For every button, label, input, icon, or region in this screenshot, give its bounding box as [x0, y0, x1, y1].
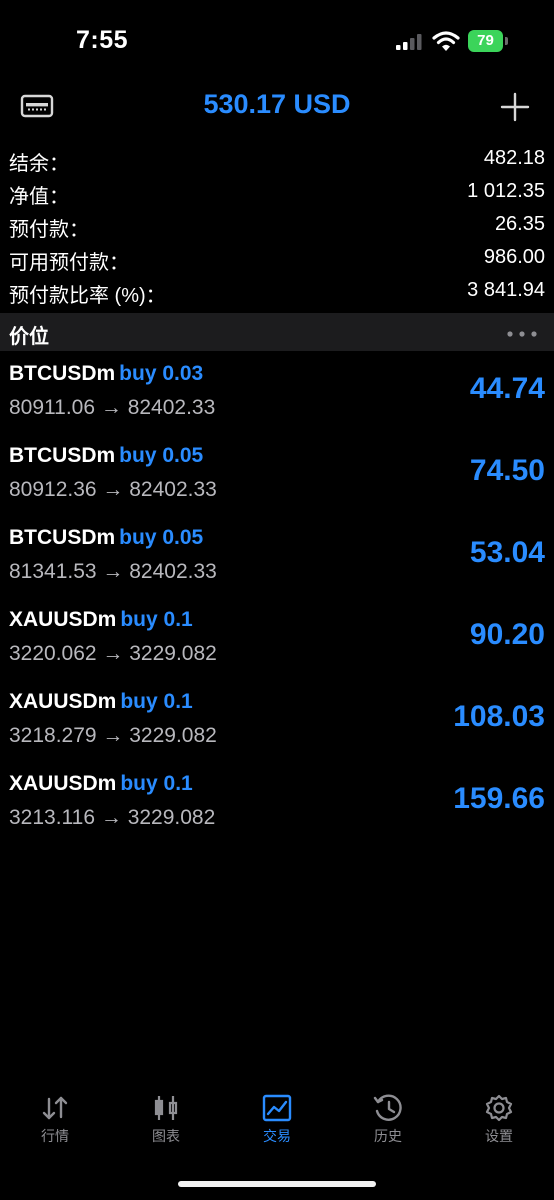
summary-row-balance: 结余： 482.18: [0, 143, 554, 176]
account-summary: 结余： 482.18 净值： 1 012.35 预付款： 26.35 可用预付款…: [0, 143, 554, 308]
tab-label: 设置: [485, 1128, 513, 1144]
position-symbol: XAUUSDm: [9, 772, 117, 795]
position-prices: 81341.53 → 82402.33: [9, 560, 217, 583]
cellular-signal-icon: [396, 34, 422, 50]
account-balance-title: 530.17 USD: [203, 89, 351, 119]
position-symbol: BTCUSDm: [9, 526, 116, 549]
position-prices: 3213.116 → 3229.082: [9, 806, 216, 829]
position-title: BTCUSDm buy 0.05: [9, 444, 203, 468]
position-side: buy 0.1: [120, 608, 193, 631]
battery-level: 79: [477, 32, 494, 49]
position-row[interactable]: BTCUSDm buy 0.05 80912.36 → 82402.33 74.5…: [0, 438, 554, 520]
position-title: XAUUSDm buy 0.1: [9, 772, 193, 796]
summary-label: 可用预付款：: [9, 252, 129, 274]
status-bar: 7:55 79: [0, 0, 554, 80]
position-prices: 80912.36 → 82402.33: [9, 478, 217, 501]
summary-row-free-margin: 可用预付款： 986.00: [0, 242, 554, 275]
battery-icon: 79: [468, 30, 508, 52]
position-title: XAUUSDm buy 0.1: [9, 690, 193, 714]
position-profit: 74.50: [469, 454, 545, 487]
quotes-icon: [42, 1096, 68, 1120]
position-title: XAUUSDm buy 0.1: [9, 608, 193, 632]
more-icon[interactable]: [506, 330, 538, 338]
position-prices: 3220.062 → 3229.082: [9, 642, 217, 665]
position-profit: 53.04: [469, 536, 545, 569]
tab-chart[interactable]: 图表: [111, 1088, 221, 1154]
position-profit: 90.20: [469, 618, 545, 651]
tab-quotes[interactable]: 行情: [0, 1088, 110, 1154]
tab-settings[interactable]: 设置: [444, 1088, 554, 1154]
position-profit: 108.03: [453, 700, 545, 733]
tab-label: 交易: [263, 1128, 291, 1144]
summary-label: 净值：: [9, 186, 69, 208]
position-row[interactable]: XAUUSDm buy 0.1 3218.279 → 3229.082 108.0…: [0, 684, 554, 766]
plus-icon[interactable]: [500, 92, 530, 122]
position-row[interactable]: XAUUSDm buy 0.1 3220.062 → 3229.082 90.20: [0, 602, 554, 684]
position-symbol: BTCUSDm: [9, 444, 116, 467]
position-title: BTCUSDm buy 0.03: [9, 362, 203, 386]
summary-value: 1 012.35: [467, 180, 545, 202]
settings-icon: [485, 1094, 513, 1122]
summary-label: 预付款：: [9, 219, 89, 241]
summary-row-equity: 净值： 1 012.35: [0, 176, 554, 209]
position-symbol: BTCUSDm: [9, 362, 116, 385]
position-prices: 80911.06 → 82402.33: [9, 396, 216, 419]
position-side: buy 0.05: [119, 526, 204, 549]
summary-label: 结余：: [9, 153, 69, 175]
bottom-tab-bar: 行情 图表 交易 历史 设置: [0, 1088, 554, 1158]
position-prices: 3218.279 → 3229.082: [9, 724, 217, 747]
position-row[interactable]: BTCUSDm buy 0.05 81341.53 → 82402.33 53.0…: [0, 520, 554, 602]
summary-value: 26.35: [494, 213, 545, 235]
position-side: buy 0.1: [120, 772, 193, 795]
tab-history[interactable]: 历史: [333, 1088, 443, 1154]
trade-icon: [262, 1094, 292, 1122]
account-header: 530.17 USD: [0, 80, 554, 135]
position-profit: 44.74: [469, 372, 545, 405]
tab-label: 历史: [374, 1128, 402, 1144]
status-time: 7:55: [76, 26, 129, 54]
position-row[interactable]: BTCUSDm buy 0.03 80911.06 → 82402.33 44.7…: [0, 356, 554, 438]
positions-section-header: 价位: [0, 313, 554, 351]
history-icon: [373, 1094, 402, 1121]
position-side: buy 0.1: [120, 690, 193, 713]
position-profit: 159.66: [453, 782, 545, 815]
summary-row-margin-level: 预付款比率 (%)： 3 841.94: [0, 275, 554, 308]
position-side: buy 0.05: [119, 444, 204, 467]
summary-value: 482.18: [483, 147, 545, 169]
position-side: buy 0.03: [119, 362, 204, 385]
position-symbol: XAUUSDm: [9, 608, 117, 631]
positions-list: BTCUSDm buy 0.03 80911.06 → 82402.33 44.7…: [0, 356, 554, 848]
tab-trade[interactable]: 交易: [222, 1088, 332, 1154]
home-indicator[interactable]: [178, 1181, 376, 1187]
summary-label: 预付款比率 (%)：: [9, 285, 166, 307]
position-row[interactable]: XAUUSDm buy 0.1 3213.116 → 3229.082 159.6…: [0, 766, 554, 848]
position-title: BTCUSDm buy 0.05: [9, 526, 203, 550]
wifi-icon: [432, 31, 460, 51]
summary-value: 3 841.94: [467, 279, 545, 301]
position-symbol: XAUUSDm: [9, 690, 117, 713]
tab-label: 图表: [152, 1128, 180, 1144]
section-title: 价位: [9, 326, 49, 348]
summary-row-margin: 预付款： 26.35: [0, 209, 554, 242]
tab-label: 行情: [41, 1128, 69, 1144]
summary-value: 986.00: [483, 246, 545, 268]
chart-icon: [154, 1096, 178, 1120]
